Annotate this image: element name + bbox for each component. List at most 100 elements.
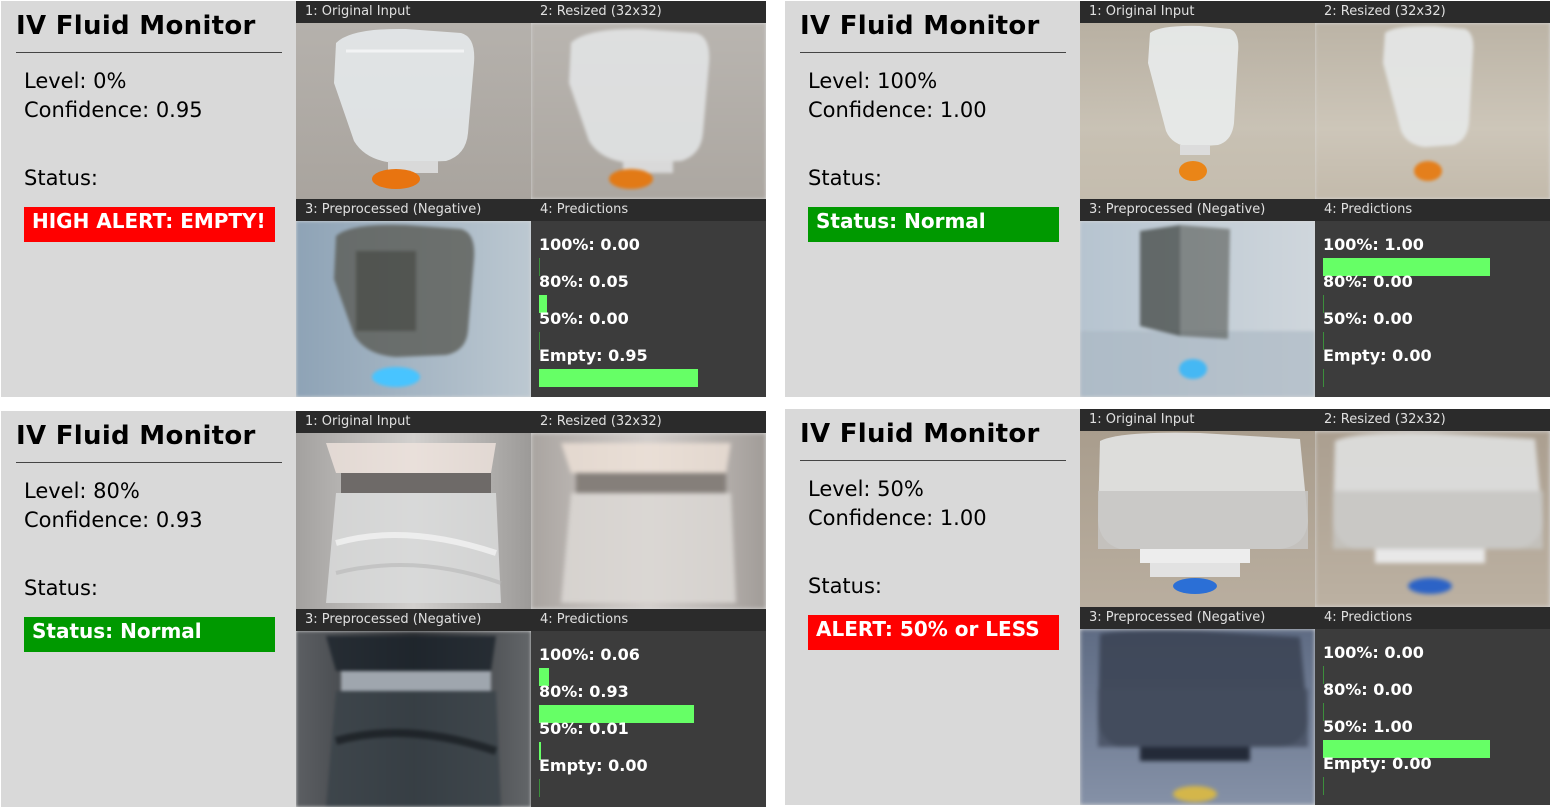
preprocessed-cell: 3: Preprocessed (Negative) [296,199,531,397]
prediction-label: 50%: 0.01 [539,719,629,738]
prediction-label: 50%: 1.00 [1323,717,1413,736]
cell-title: 1: Original Input [296,1,531,23]
cell-title: 4: Predictions [1315,607,1550,629]
original-input-image [296,433,531,609]
cell-title: 4: Predictions [531,609,766,631]
monitor-panel-full: IV Fluid Monitor Level: 100% Confidence:… [785,1,1550,397]
prediction-bar [539,779,540,797]
resized-cell: 2: Resized (32x32) [1315,1,1550,199]
status-badge: ALERT: 50% or LESS [808,615,1059,650]
cell-title: 3: Preprocessed (Negative) [1080,607,1315,629]
resized-cell: 2: Resized (32x32) [531,1,766,199]
preprocessed-image [1080,629,1315,805]
prediction-label: Empty: 0.00 [539,756,648,775]
predictions-chart: 100%: 0.00 80%: 0.00 50%: 1.00 Empty: 0.00 [1315,629,1550,805]
prediction-label: 100%: 0.00 [1323,643,1424,662]
resized-cell: 2: Resized (32x32) [531,411,766,609]
panel-title: IV Fluid Monitor [16,11,256,41]
prediction-bar [539,369,698,387]
preprocessed-cell: 3: Preprocessed (Negative) [296,609,531,807]
preprocessed-cell: 3: Preprocessed (Negative) [1080,199,1315,397]
level-text: Level: 0% [24,69,127,93]
status-badge: HIGH ALERT: EMPTY! [24,207,275,242]
confidence-text: Confidence: 0.93 [24,508,203,532]
prediction-label: 80%: 0.93 [539,682,629,701]
status-badge: Status: Normal [808,207,1059,242]
original-input-image [1080,23,1315,199]
predictions-chart: 100%: 1.00 80%: 0.00 50%: 0.00 Empty: 0.00 [1315,221,1550,397]
title-divider [800,52,1066,53]
title-divider [800,460,1066,461]
original-input-image [1080,431,1315,607]
predictions-cell: 4: Predictions 100%: 0.00 80%: 0.00 50%: 1… [1315,607,1550,805]
info-column: IV Fluid Monitor Level: 0% Confidence: 0… [1,1,296,397]
cell-title: 1: Original Input [1080,409,1315,431]
title-divider [16,462,282,463]
prediction-label: Empty: 0.95 [539,346,648,365]
cell-title: 4: Predictions [531,199,766,221]
info-column: IV Fluid Monitor Level: 80% Confidence: … [1,411,296,807]
title-divider [16,52,282,53]
cell-title: 2: Resized (32x32) [531,411,766,433]
cell-title: 4: Predictions [1315,199,1550,221]
predictions-cell: 4: Predictions 100%: 0.00 80%: 0.05 50%: 0… [531,199,766,397]
panel-title: IV Fluid Monitor [800,11,1040,41]
monitor-panel-empty: IV Fluid Monitor Level: 0% Confidence: 0… [1,1,766,397]
resized-image [1315,431,1550,607]
prediction-label: Empty: 0.00 [1323,346,1432,365]
status-label: Status: [808,574,882,598]
predictions-chart: 100%: 0.00 80%: 0.05 50%: 0.00 Empty: 0.95 [531,221,766,397]
prediction-label: 100%: 1.00 [1323,235,1424,254]
original-input-cell: 1: Original Input [296,1,531,199]
cell-title: 3: Preprocessed (Negative) [1080,199,1315,221]
panel-title: IV Fluid Monitor [800,419,1040,449]
resized-image [1315,23,1550,199]
status-badge: Status: Normal [24,617,275,652]
cell-title: 1: Original Input [1080,1,1315,23]
preprocessed-image [296,221,531,397]
prediction-label: 100%: 0.00 [539,235,640,254]
confidence-text: Confidence: 0.95 [24,98,203,122]
resized-image [531,23,766,199]
status-label: Status: [808,166,882,190]
info-column: IV Fluid Monitor Level: 100% Confidence:… [785,1,1080,397]
confidence-text: Confidence: 1.00 [808,98,987,122]
level-text: Level: 80% [24,479,140,503]
predictions-chart: 100%: 0.06 80%: 0.93 50%: 0.01 Empty: 0.00 [531,631,766,807]
confidence-text: Confidence: 1.00 [808,506,987,530]
prediction-label: Empty: 0.00 [1323,754,1432,773]
original-input-cell: 1: Original Input [296,411,531,609]
status-label: Status: [24,166,98,190]
info-column: IV Fluid Monitor Level: 50% Confidence: … [785,409,1080,805]
prediction-label: 50%: 0.00 [539,309,629,328]
predictions-cell: 4: Predictions 100%: 0.06 80%: 0.93 50%: 0… [531,609,766,807]
preprocessed-image [1080,221,1315,397]
cell-title: 2: Resized (32x32) [1315,409,1550,431]
original-input-image [296,23,531,199]
level-text: Level: 50% [808,477,924,501]
original-input-cell: 1: Original Input [1080,409,1315,607]
prediction-label: 100%: 0.06 [539,645,640,664]
prediction-bar [1323,777,1324,795]
predictions-cell: 4: Predictions 100%: 1.00 80%: 0.00 50%: 0… [1315,199,1550,397]
resized-cell: 2: Resized (32x32) [1315,409,1550,607]
prediction-label: 80%: 0.00 [1323,272,1413,291]
preprocessed-cell: 3: Preprocessed (Negative) [1080,607,1315,805]
original-input-cell: 1: Original Input [1080,1,1315,199]
cell-title: 3: Preprocessed (Negative) [296,199,531,221]
monitor-panel-50: IV Fluid Monitor Level: 50% Confidence: … [785,409,1550,805]
prediction-label: 80%: 0.05 [539,272,629,291]
monitor-panel-80: IV Fluid Monitor Level: 80% Confidence: … [1,411,766,807]
preprocessed-image [296,631,531,807]
cell-title: 3: Preprocessed (Negative) [296,609,531,631]
panel-title: IV Fluid Monitor [16,421,256,451]
resized-image [531,433,766,609]
prediction-label: 80%: 0.00 [1323,680,1413,699]
level-text: Level: 100% [808,69,938,93]
cell-title: 1: Original Input [296,411,531,433]
status-label: Status: [24,576,98,600]
prediction-label: 50%: 0.00 [1323,309,1413,328]
cell-title: 2: Resized (32x32) [531,1,766,23]
prediction-bar [1323,369,1324,387]
cell-title: 2: Resized (32x32) [1315,1,1550,23]
